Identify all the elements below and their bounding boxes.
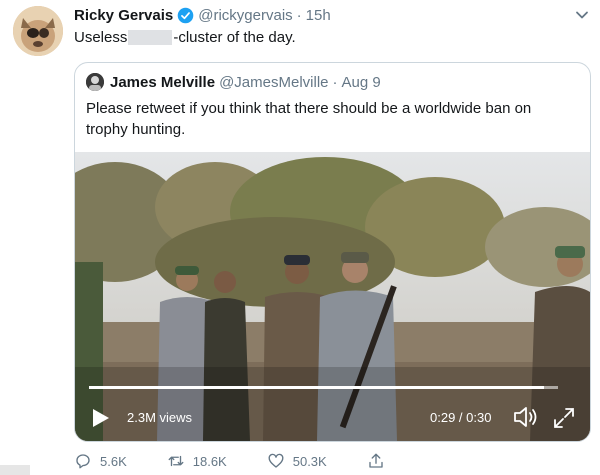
timestamp[interactable]: 15h [306,7,331,24]
avatar-image [13,6,63,56]
retweet-icon [168,455,184,467]
author-handle[interactable]: @rickygervais [198,7,292,24]
like-button[interactable]: 50.3K [267,452,327,470]
reply-button[interactable]: 5.6K [74,452,127,470]
author-name[interactable]: Ricky Gervais [74,7,173,24]
video-time: 0:29 / 0:30 [430,410,492,425]
fullscreen-icon[interactable] [553,407,575,429]
video-progress-bar[interactable] [89,386,558,389]
quoted-header: James Melville @JamesMelville · Aug 9 [86,73,381,91]
play-icon[interactable] [89,407,111,429]
quoted-avatar [86,73,104,91]
quoted-tweet[interactable]: James Melville @JamesMelville · Aug 9 Pl… [74,62,591,442]
cropped-fragment [0,465,30,475]
tweet-actions: 5.6K 18.6K 50.3K [74,452,433,470]
quoted-text: Please retweet if you think that there s… [86,100,532,138]
tweet-text-before: Useless [74,29,128,46]
reply-count: 5.6K [100,453,127,469]
censor-block [128,30,173,45]
volume-icon[interactable] [512,405,540,429]
tweet: Ricky Gervais @rickygervais · 15h Useles… [0,0,600,475]
quoted-timestamp: Aug 9 [341,73,381,91]
tweet-text: Useless -cluster of the day. [74,29,296,46]
avatar[interactable] [13,6,63,56]
quoted-author-handle: @JamesMelville [219,73,329,91]
share-icon [369,453,383,468]
quoted-avatar-image [86,73,104,91]
video-player[interactable]: 2.3M views 0:29 / 0:30 [75,152,590,441]
like-count: 50.3K [292,453,327,469]
retweet-button[interactable]: 18.6K [167,452,227,470]
video-progress-fill [89,386,544,389]
verified-badge-icon [177,7,194,24]
quoted-separator-dot: · [332,73,338,91]
like-icon [268,453,284,468]
share-button[interactable] [367,452,393,470]
separator-dot: · [296,7,302,24]
retweet-count: 18.6K [192,453,227,469]
view-count: 2.3M views [127,410,193,425]
quoted-author-name: James Melville [110,73,216,91]
chevron-down-icon[interactable] [575,8,589,22]
tweet-text-after: -cluster of the day. [173,29,296,46]
tweet-header: Ricky Gervais @rickygervais · 15h [74,7,331,24]
video-frame [75,152,590,441]
reply-icon [76,454,90,469]
